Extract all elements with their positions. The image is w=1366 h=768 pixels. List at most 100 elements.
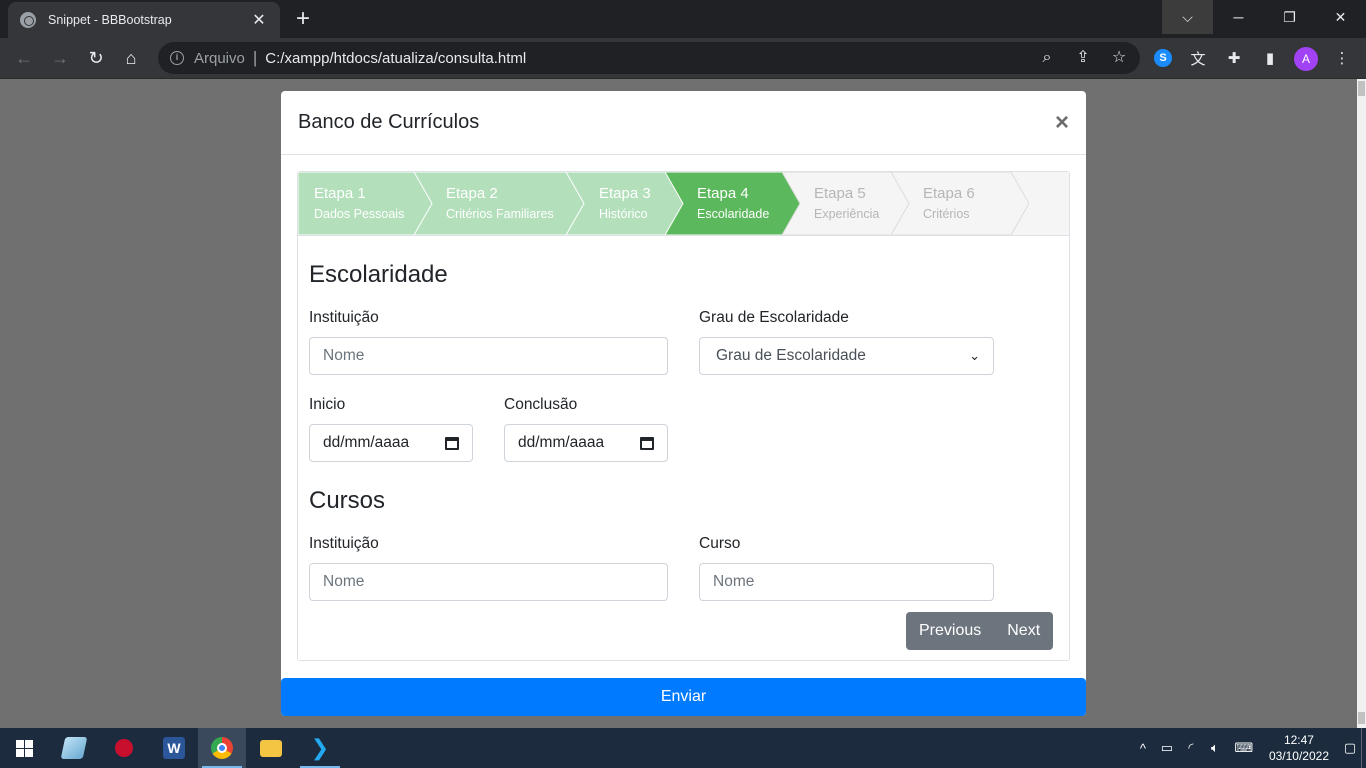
step-subtitle: Critérios Familiares [446, 207, 554, 221]
omnibox-actions: ⌕ ⇪ ☆ [1036, 46, 1130, 70]
step-subtitle: Dados Pessoais [314, 207, 405, 221]
wizard: Etapa 1 Dados Pessoais Etapa 2 Critérios Fa… [297, 171, 1070, 661]
start-button[interactable] [0, 728, 48, 768]
grau-label: Grau de Escolaridade [699, 309, 849, 326]
step-title: Etapa 5 [814, 185, 866, 202]
scrollbar[interactable] [1357, 79, 1366, 728]
step-progress: Etapa 1 Dados Pessoais Etapa 2 Critérios Fa… [298, 172, 1069, 236]
modal-title: Banco de Currículos [298, 111, 480, 133]
grau-select[interactable]: Grau de Escolaridade ⌄ [699, 337, 994, 375]
conclusao-label: Conclusão [504, 396, 578, 413]
folder-icon [260, 739, 282, 757]
shazam-extension-icon[interactable]: S [1154, 49, 1172, 67]
share-icon[interactable]: ⇪ [1072, 46, 1094, 70]
browser-toolbar: ← → ↻ ⌂ i Arquivo | C:/xampp/htdocs/atua… [0, 38, 1366, 79]
keyboard-icon[interactable]: ⌨ [1227, 740, 1261, 756]
forward-arrow-icon[interactable]: → [48, 46, 72, 70]
restore-icon[interactable]: ❐ [1264, 0, 1315, 34]
scheme-separator: | [252, 48, 258, 67]
home-icon[interactable]: ⌂ [119, 46, 143, 70]
chrome-icon [211, 737, 233, 759]
browser-tab[interactable]: Snippet - BBBootstrap ✕ [8, 2, 280, 38]
back-arrow-icon[interactable]: ← [12, 46, 36, 70]
step-subtitle: Histórico [599, 207, 648, 221]
info-icon[interactable]: i [170, 51, 184, 65]
minimize-icon[interactable]: ─ [1213, 0, 1264, 34]
taskbar-word[interactable]: W [150, 728, 198, 768]
volume-icon[interactable]: 🔈︎ [1203, 740, 1227, 756]
instituicao-label: Instituição [309, 309, 379, 326]
bookmark-star-icon[interactable]: ☆ [1108, 46, 1130, 70]
translate-extension-icon[interactable]: 文 [1186, 46, 1210, 70]
taskbar-app-red[interactable] [100, 728, 148, 768]
notifications-icon[interactable]: ▢ [1339, 740, 1361, 756]
step-title: Etapa 6 [923, 185, 975, 202]
scrollbar-down[interactable] [1358, 712, 1365, 724]
word-icon: W [163, 737, 185, 759]
system-tray: ^ ▭ ◜ 🔈︎ ⌨ 12:47 03/10/2022 ▢ [1131, 728, 1366, 768]
menu-kebab-icon[interactable]: ⋮ [1330, 46, 1354, 70]
chevron-up-icon[interactable]: ^ [1131, 741, 1155, 756]
grau-select-value: Grau de Escolaridade [716, 347, 866, 364]
instituicao-input[interactable]: Nome [309, 337, 668, 375]
scrollbar-up[interactable] [1358, 81, 1365, 96]
clock-date: 03/10/2022 [1268, 749, 1329, 763]
inicio-date-value: dd/mm/aaaa [323, 434, 410, 451]
calendar-icon[interactable] [445, 436, 459, 450]
step-label: Etapa 6 Critérios [923, 185, 975, 221]
profile-avatar[interactable]: A [1294, 47, 1318, 71]
step-subtitle: Experiência [814, 207, 880, 221]
address-bar[interactable]: i Arquivo | C:/xampp/htdocs/atualiza/con… [158, 42, 1140, 74]
battery-icon[interactable]: ▭ [1155, 740, 1179, 756]
zoom-search-icon[interactable]: ⌕ [1036, 46, 1058, 70]
conclusao-date-value: dd/mm/aaaa [518, 434, 605, 451]
side-panel-icon[interactable]: ▮ [1258, 46, 1282, 70]
red-app-icon [115, 739, 133, 757]
curso-input[interactable]: Nome [699, 563, 994, 601]
taskbar-app-glass[interactable] [50, 728, 98, 768]
window-controls: ⌵ ─ ❐ ✕ [1162, 0, 1366, 34]
extensions-puzzle-icon[interactable]: ✚ [1222, 46, 1246, 70]
submit-button[interactable]: Enviar [281, 678, 1086, 716]
tab-title: Snippet - BBBootstrap [48, 13, 172, 27]
reload-icon[interactable]: ↻ [84, 46, 108, 70]
wifi-icon[interactable]: ◜ [1179, 740, 1203, 756]
pager-buttons: Previous Next [906, 612, 1054, 650]
windows-logo-icon [15, 739, 33, 757]
wizard-step-2[interactable]: Etapa 2 Critérios Familiares [414, 172, 586, 235]
window-close-icon[interactable]: ✕ [1315, 0, 1366, 34]
globe-icon [20, 12, 36, 28]
step-label: Etapa 1 Dados Pessoais [314, 185, 404, 221]
next-button[interactable]: Next [994, 612, 1053, 650]
clock[interactable]: 12:47 03/10/2022 [1269, 732, 1329, 764]
step-label: Etapa 5 Experiência [814, 185, 879, 221]
chevron-down-icon: ⌄ [969, 348, 980, 363]
taskbar-file-explorer[interactable] [247, 728, 295, 768]
cursos-heading: Cursos [309, 487, 386, 514]
new-tab-button[interactable]: + [290, 6, 316, 32]
step-label: Etapa 4 Escolaridade [697, 185, 769, 221]
previous-button[interactable]: Previous [906, 612, 994, 650]
show-desktop-button[interactable] [1361, 728, 1366, 768]
inicio-label: Inicio [309, 396, 346, 413]
conclusao-date-input[interactable]: dd/mm/aaaa [504, 424, 668, 462]
url-text[interactable]: C:/xampp/htdocs/atualiza/consulta.html [265, 50, 526, 67]
escolaridade-heading: Escolaridade [309, 261, 448, 288]
curriculum-modal: Banco de Currículos × Etapa 1 Dados Pesso… [281, 91, 1086, 716]
step-title: Etapa 4 [697, 185, 749, 202]
curso-instituicao-input[interactable]: Nome [309, 563, 668, 601]
tab-close-icon[interactable]: ✕ [250, 10, 268, 30]
step-title: Etapa 3 [599, 185, 651, 202]
step-subtitle: Escolaridade [697, 207, 770, 221]
taskbar-chrome[interactable] [198, 728, 246, 768]
windows-taskbar: W ❯ ^ ▭ ◜ 🔈︎ ⌨ 12:47 03/10/2022 ▢ [0, 728, 1366, 768]
inicio-date-input[interactable]: dd/mm/aaaa [309, 424, 473, 462]
step-subtitle: Critérios [923, 207, 970, 221]
calendar-icon[interactable] [640, 436, 654, 450]
glass-app-icon [60, 737, 88, 759]
wizard-step-6[interactable]: Etapa 6 Critérios [891, 172, 1029, 235]
tab-search-chevron-icon[interactable]: ⌵ [1162, 0, 1213, 34]
taskbar-vscode[interactable]: ❯ [296, 728, 344, 768]
browser-titlebar: Snippet - BBBootstrap ✕ + ⌵ ─ ❐ ✕ [0, 0, 1366, 38]
modal-close-icon[interactable]: × [1055, 109, 1069, 137]
